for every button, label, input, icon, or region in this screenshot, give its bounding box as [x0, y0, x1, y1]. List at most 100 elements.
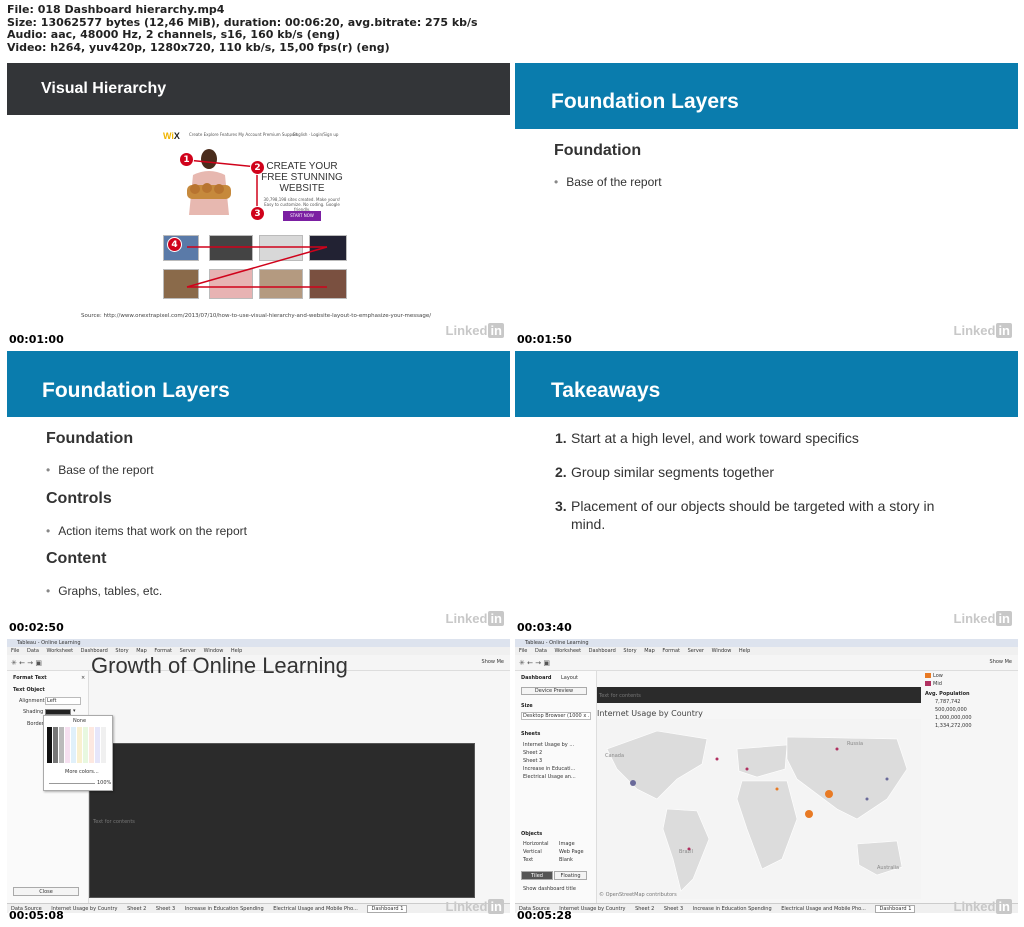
thumbnail-2[interactable]: Foundation Layers Foundation Base of the…	[515, 63, 1018, 346]
menu-map[interactable]: Map	[644, 648, 655, 654]
contact-sheet: File: 018 Dashboard hierarchy.mp4 Size: …	[0, 0, 1024, 927]
section-bullet: Base of the report	[554, 175, 661, 189]
save-icon[interactable]: ▣	[35, 659, 42, 667]
linkedin-watermark: Linked in	[445, 611, 504, 626]
menu-file[interactable]: File	[11, 648, 19, 654]
sheet-item[interactable]: Internet Usage by ...	[523, 742, 574, 748]
menu-help[interactable]: Help	[739, 648, 750, 654]
menu-format[interactable]: Format	[662, 648, 680, 654]
legend-mid: Mid	[933, 681, 942, 687]
alignment-dropdown[interactable]: Left	[45, 697, 81, 705]
marker-2: 2	[250, 160, 265, 175]
text-object-heading: Text Object	[13, 687, 45, 693]
thumbnail-4[interactable]: Takeaways 1. Start at a high level, and w…	[515, 351, 1018, 634]
slide-title: Visual Hierarchy	[41, 80, 167, 97]
takeaway-item: 1. Start at a high level, and work toward…	[555, 430, 859, 446]
object-image[interactable]: Image	[559, 841, 575, 847]
menu-file[interactable]: File	[519, 648, 527, 654]
map-label-canada: Canada	[605, 753, 625, 759]
opacity-value: 100%	[97, 780, 112, 786]
tab-sheet-2[interactable]: Sheet 2	[635, 906, 654, 912]
map-label-brazil: Brazil	[679, 849, 693, 855]
timestamp-5: 00:05:08	[9, 909, 64, 922]
menu-data[interactable]: Data	[535, 648, 547, 654]
thumbnail-6[interactable]: Tableau - Online Learning File Data Work…	[515, 639, 1018, 922]
thumbnail-3[interactable]: Foundation Layers Foundation Base of the…	[7, 351, 510, 634]
tab-dashboard-panel[interactable]: Dashboard	[521, 675, 552, 681]
color-swatch-grid[interactable]	[47, 727, 109, 765]
forward-icon[interactable]: →	[27, 659, 33, 667]
tab-electrical-usage[interactable]: Electrical Usage and Mobile Pho...	[781, 906, 866, 912]
population-value: 7,787,742	[935, 699, 961, 705]
close-icon[interactable]: ×	[81, 675, 85, 681]
show-me-button[interactable]: Show Me	[482, 659, 504, 665]
size-dropdown[interactable]: Desktop Browser (1000 x ...	[521, 712, 591, 720]
canvas-title[interactable]: Growth of Online Learning	[91, 653, 348, 679]
menu-worksheet[interactable]: Worksheet	[555, 648, 582, 654]
alignment-label: Alignment	[19, 698, 45, 704]
container-placeholder: Text for contents	[93, 819, 135, 825]
map-label-australia: Australia	[877, 865, 900, 871]
population-value: 500,000,000	[935, 707, 967, 713]
chevron-down-icon[interactable]: ▾	[73, 708, 76, 714]
shading-label: Shading	[23, 709, 44, 715]
sheet-item[interactable]: Sheet 3	[523, 758, 542, 764]
back-icon[interactable]: ←	[19, 659, 25, 667]
sheet-item[interactable]: Sheet 2	[523, 750, 542, 756]
thumbnail-5[interactable]: Tableau - Online Learning File Data Work…	[7, 639, 510, 922]
tab-education-spending[interactable]: Increase in Education Spending	[185, 906, 264, 912]
tab-electrical-usage[interactable]: Electrical Usage and Mobile Pho...	[273, 906, 358, 912]
sheet-item[interactable]: Increase in Educati...	[523, 766, 575, 772]
map-title: Internet Usage by Country	[597, 709, 703, 718]
object-blank[interactable]: Blank	[559, 857, 573, 863]
slide-title: Foundation Layers	[551, 90, 739, 113]
floating-toggle[interactable]: Floating	[554, 871, 587, 880]
forward-icon[interactable]: →	[535, 659, 541, 667]
menu-window[interactable]: Window	[712, 648, 732, 654]
tab-dashboard-1[interactable]: Dashboard 1	[367, 905, 408, 913]
back-icon[interactable]: ←	[527, 659, 533, 667]
close-button[interactable]: Close	[13, 887, 79, 896]
opacity-slider[interactable]	[49, 783, 95, 784]
tab-sheet-3[interactable]: Sheet 3	[156, 906, 175, 912]
tab-sheet-2[interactable]: Sheet 2	[127, 906, 146, 912]
dark-text-bar[interactable]	[597, 687, 921, 703]
menu-story[interactable]: Story	[623, 648, 636, 654]
tab-sheet-3[interactable]: Sheet 3	[664, 906, 683, 912]
timestamp-2: 00:01:50	[517, 333, 572, 346]
object-vertical[interactable]: Vertical	[523, 849, 542, 855]
show-title-checkbox[interactable]: Show dashboard title	[523, 886, 576, 892]
takeaway-item: 3. Placement of our objects should be tar…	[555, 498, 935, 532]
object-web-page[interactable]: Web Page	[559, 849, 584, 855]
tableau-logo-icon: ✳	[519, 659, 525, 667]
file-name-line: File: 018 Dashboard hierarchy.mp4	[7, 3, 225, 16]
thumbnail-1[interactable]: Visual Hierarchy WiX Create Explore Feat…	[7, 63, 510, 346]
world-map[interactable]	[597, 719, 921, 899]
tab-layout-panel[interactable]: Layout	[561, 675, 578, 681]
tiled-toggle[interactable]: Tiled	[521, 871, 553, 880]
audio-info-line: Audio: aac, 48000 Hz, 2 channels, s16, 1…	[7, 28, 341, 41]
show-me-button[interactable]: Show Me	[990, 659, 1012, 665]
linkedin-watermark: Linked in	[953, 899, 1012, 914]
dark-bar-placeholder: Text for contents	[599, 693, 641, 699]
object-text[interactable]: Text	[523, 857, 533, 863]
tab-dashboard-1[interactable]: Dashboard 1	[875, 905, 916, 913]
menu-worksheet[interactable]: Worksheet	[47, 648, 74, 654]
sheet-item[interactable]: Electrical Usage an...	[523, 774, 576, 780]
section-heading-content: Content	[46, 550, 107, 567]
save-icon[interactable]: ▣	[543, 659, 550, 667]
menu-data[interactable]: Data	[27, 648, 39, 654]
menu-dashboard[interactable]: Dashboard	[589, 648, 616, 654]
device-preview-button[interactable]: Device Preview	[521, 687, 587, 695]
section-bullet: Action items that work on the report	[46, 524, 247, 538]
tab-education-spending[interactable]: Increase in Education Spending	[693, 906, 772, 912]
object-horizontal[interactable]: Horizontal	[523, 841, 549, 847]
menu-server[interactable]: Server	[688, 648, 704, 654]
more-colors-option[interactable]: More colors...	[65, 769, 99, 775]
dark-container[interactable]	[89, 743, 475, 898]
none-option[interactable]: None	[73, 718, 86, 724]
legend-low-swatch	[925, 673, 931, 678]
sheet-tabs: Data Source Internet Usage by Country Sh…	[515, 903, 1018, 913]
slide-title: Foundation Layers	[42, 379, 230, 402]
wix-website-screenshot: WiX Create Explore Features My Account P…	[157, 127, 357, 317]
